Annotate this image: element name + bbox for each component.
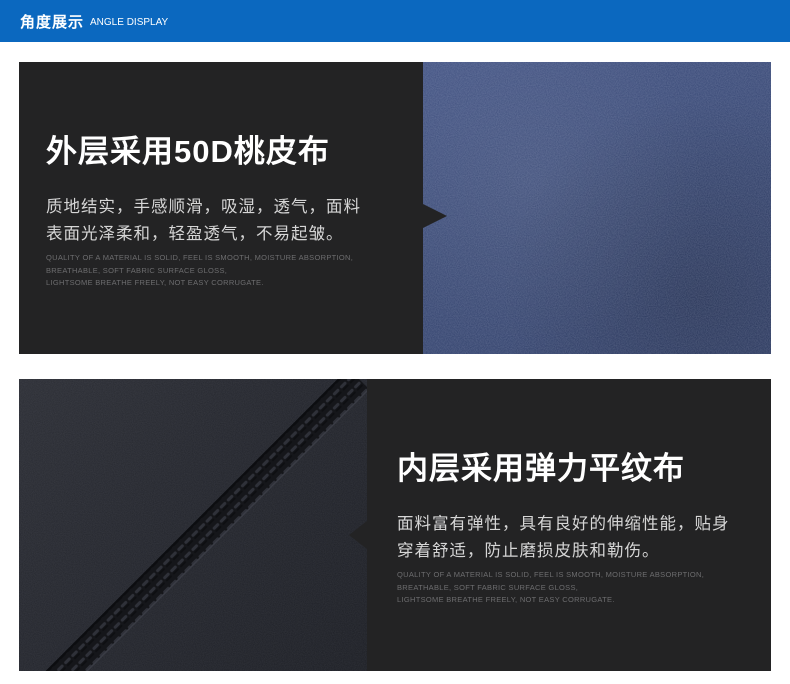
inner-layer-description: 面料富有弹性，具有良好的伸缩性能，贴身 穿着舒适，防止磨损皮肤和勒伤。	[397, 511, 737, 565]
pointer-notch	[349, 521, 367, 549]
outer-layer-panel: 外层采用50D桃皮布 质地结实，手感顺滑，吸湿，透气，面料 表面光泽柔和，轻盈透…	[19, 62, 771, 354]
section-subtitle: ANGLE DISPLAY	[90, 17, 169, 28]
blue-fabric-image	[423, 62, 771, 354]
inner-layer-panel: 内层采用弹力平纹布 面料富有弹性，具有良好的伸缩性能，贴身 穿着舒适，防止磨损皮…	[19, 379, 771, 671]
inner-layer-desc-line1: 面料富有弹性，具有良好的伸缩性能，贴身	[397, 515, 730, 533]
inner-layer-en-line1: QUALITY OF A MATERIAL IS SOLID, FEEL IS …	[397, 570, 705, 579]
inner-layer-desc-line2: 穿着舒适，防止磨损皮肤和勒伤。	[397, 542, 660, 560]
outer-layer-en-line1: QUALITY OF A MATERIAL IS SOLID, FEEL IS …	[46, 253, 354, 262]
section-header: 角度展示 ANGLE DISPLAY	[0, 0, 790, 42]
outer-layer-en-line3: LIGHTSOME BREATHE FREELY, NOT EASY CORRU…	[46, 278, 264, 287]
outer-layer-desc-line1: 质地结实，手感顺滑，吸湿，透气，面料	[46, 198, 361, 216]
inner-layer-english-description: QUALITY OF A MATERIAL IS SOLID, FEEL IS …	[397, 569, 737, 607]
inner-layer-en-line3: LIGHTSOME BREATHE FREELY, NOT EASY CORRU…	[397, 595, 615, 604]
outer-layer-en-line2: BREATHABLE, SOFT FABRIC SURFACE GLOSS,	[46, 265, 228, 275]
section-title: 角度展示	[20, 13, 85, 31]
pointer-notch	[423, 204, 447, 228]
inner-layer-en-line2: BREATHABLE, SOFT FABRIC SURFACE GLOSS,	[397, 582, 579, 592]
outer-layer-desc-line2: 表面光泽柔和，轻盈透气，不易起皱。	[46, 225, 344, 243]
outer-layer-english-description: QUALITY OF A MATERIAL IS SOLID, FEEL IS …	[46, 252, 386, 290]
outer-layer-heading: 外层采用50D桃皮布	[46, 134, 330, 169]
outer-layer-description: 质地结实，手感顺滑，吸湿，透气，面料 表面光泽柔和，轻盈透气，不易起皱。	[46, 194, 386, 248]
inner-layer-heading: 内层采用弹力平纹布	[397, 451, 685, 486]
dark-fabric-image	[19, 379, 367, 671]
